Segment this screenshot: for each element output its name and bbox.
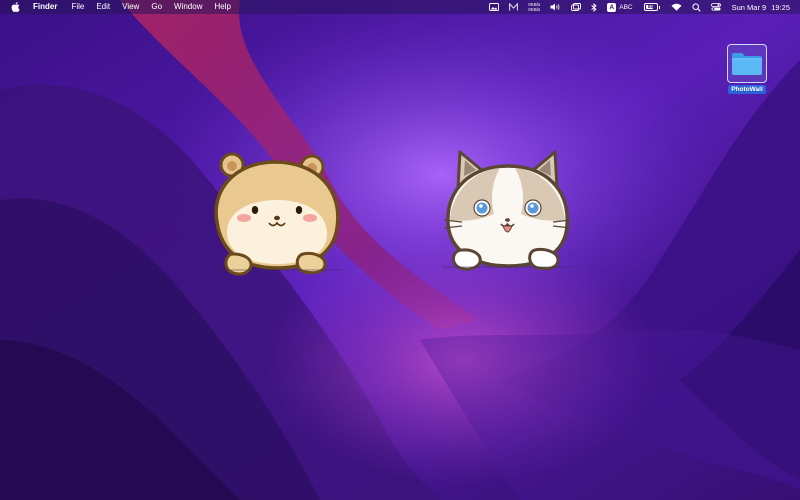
folder-icon	[732, 52, 762, 75]
hamster-sticker[interactable]	[205, 150, 350, 282]
menu-app-finder[interactable]: Finder	[33, 0, 65, 14]
network-speed[interactable]: 0KB/s 0KB/s	[523, 2, 545, 12]
display-icon[interactable]	[566, 0, 586, 14]
clock-date: Sun Mar 9	[731, 2, 767, 12]
wifi-icon[interactable]	[666, 0, 687, 14]
apple-logo-icon[interactable]	[9, 1, 21, 13]
input-source-label: ABC	[619, 3, 633, 11]
search-icon[interactable]	[687, 0, 706, 14]
m-app-icon[interactable]	[504, 0, 523, 14]
desktop-icon-label: PhotoWall	[728, 85, 766, 94]
gallery-icon[interactable]	[484, 0, 504, 14]
clock[interactable]: Sun Mar 9 19:25	[726, 3, 800, 12]
input-source-badge: A	[607, 2, 617, 12]
desktop-wallpaper	[0, 0, 800, 500]
menu-edit[interactable]: Edit	[90, 0, 116, 14]
input-source[interactable]: A ABC	[602, 2, 637, 12]
clock-time: 19:25	[771, 2, 790, 12]
menu-help[interactable]: Help	[208, 0, 236, 14]
desktop-icon-photowall[interactable]: PhotoWall	[726, 44, 768, 94]
menu-file[interactable]: File	[65, 0, 90, 14]
bluetooth-icon[interactable]	[586, 0, 602, 14]
cat-sticker[interactable]	[440, 146, 575, 276]
menu-view[interactable]: View	[116, 0, 145, 14]
speaker-icon[interactable]	[545, 0, 566, 14]
menu-bar: Finder File Edit View Go Window Help 0KB…	[0, 0, 800, 14]
menu-window[interactable]: Window	[168, 0, 208, 14]
battery-level: 80	[647, 4, 654, 10]
control-center-icon[interactable]	[706, 0, 726, 14]
net-download: 0KB/s	[528, 7, 541, 12]
desktop-icon-selection	[727, 44, 767, 83]
battery-icon[interactable]: 80	[638, 3, 666, 11]
menu-go[interactable]: Go	[145, 0, 168, 14]
